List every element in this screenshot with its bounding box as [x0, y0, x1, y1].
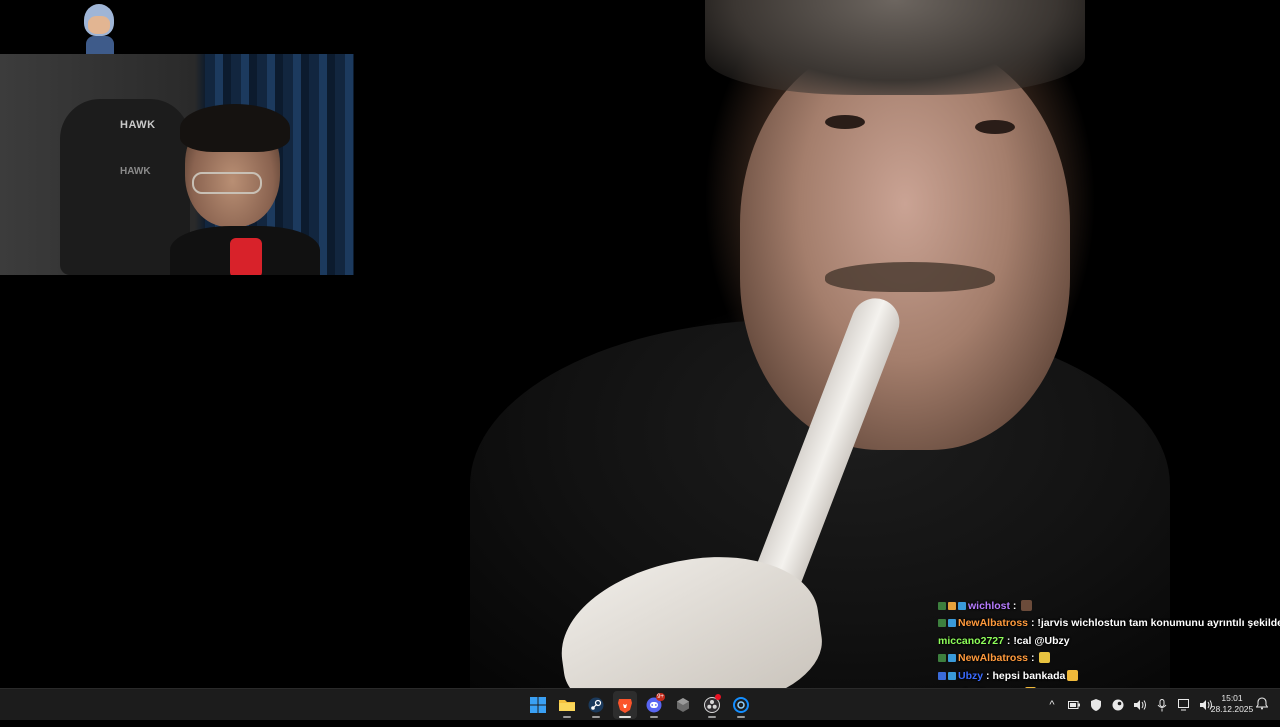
notification-bell-icon[interactable] — [1255, 697, 1270, 713]
chat-emote-icon — [1039, 652, 1051, 664]
show-hidden-icons-chevron-icon[interactable]: ^ — [1044, 697, 1060, 713]
chat-username: miccano2727 — [938, 634, 1004, 647]
wallpaper-eye-right — [975, 120, 1015, 134]
streamer-hair — [180, 104, 290, 152]
volume-icon[interactable] — [1132, 697, 1148, 713]
chat-emote-icon — [1021, 600, 1033, 611]
wallpaper-moustache — [825, 262, 995, 292]
streamer-glasses — [192, 172, 262, 194]
chair-brand-logo-lower: HAWK — [120, 166, 151, 177]
wallpaper-eye-left — [825, 115, 865, 129]
chat-emote-icon — [1067, 669, 1079, 681]
chat-separator: : — [1003, 634, 1014, 647]
chat-username: NewAlbatross — [958, 617, 1029, 630]
running-indicator — [737, 716, 745, 718]
folder-icon — [559, 700, 575, 711]
cube-app-button[interactable] — [671, 691, 695, 719]
chat-badge-icon — [948, 619, 956, 628]
chat-username: NewAlbatross — [958, 652, 1029, 665]
avatar-face — [88, 16, 110, 34]
chat-badge-icon — [938, 654, 946, 663]
chat-separator: : — [1028, 652, 1038, 665]
chat-message: NewAlbatross : !jarvis wichlostun tam ko… — [938, 615, 1280, 632]
obs-studio-button[interactable] — [700, 691, 724, 719]
chat-badge-icon — [948, 671, 956, 680]
steam-tray-icon[interactable] — [1110, 697, 1126, 713]
taskbar-apps: 9+ — [526, 689, 753, 721]
chat-message: miccano2727 : !cal @Ubzy — [938, 633, 1280, 650]
wallpaper-hair — [705, 0, 1085, 95]
chat-badge-icon — [958, 602, 966, 610]
running-indicator — [592, 716, 600, 718]
brave-browser-button[interactable] — [613, 691, 637, 719]
microphone-icon[interactable] — [1154, 697, 1170, 713]
brave-lion-icon — [618, 698, 632, 713]
battle-net-button[interactable] — [729, 691, 753, 719]
chat-text: !cal @Ubzy — [1013, 634, 1070, 647]
discord-notification-badge: 9+ — [656, 693, 665, 701]
running-indicator — [563, 716, 571, 718]
chat-text: !jarvis wichlostun tam konumunu ayrıntıl… — [1037, 617, 1280, 630]
taskbar: 9+ ^ 15:01 28.12.2025 — [0, 688, 1280, 720]
shield-icon[interactable] — [1088, 697, 1104, 713]
battlenet-icon — [733, 697, 749, 713]
taskbar-clock[interactable]: 15:01 28.12.2025 — [1206, 693, 1258, 715]
system-tray: ^ — [1044, 689, 1214, 721]
chat-badge-icon — [938, 602, 946, 610]
chat-separator: : — [1010, 600, 1020, 612]
recording-badge — [715, 694, 721, 700]
cube-icon — [677, 698, 689, 712]
chat-badge-icon — [948, 654, 956, 663]
steam-button[interactable] — [584, 691, 608, 719]
microphone — [230, 238, 262, 275]
chat-username: wichlost — [968, 600, 1011, 612]
clock-time: 15:01 — [1221, 693, 1243, 703]
webcam-overlay: HAWK HAWK — [0, 54, 354, 275]
chat-message: NewAlbatross : — [938, 650, 1280, 667]
chat-badge-icon — [938, 671, 946, 680]
file-explorer-button[interactable] — [555, 691, 579, 719]
chat-message: wichlost : — [938, 598, 1280, 615]
battery-icon[interactable] — [1066, 697, 1082, 713]
start-button[interactable] — [526, 691, 550, 719]
chat-message: Ubzy : hepsi bankada — [938, 668, 1280, 685]
network-icon[interactable] — [1176, 697, 1192, 713]
running-indicator — [708, 716, 716, 718]
windows-logo-icon — [530, 697, 546, 713]
clock-date: 28.12.2025 — [1210, 704, 1254, 714]
chat-overlay: wichlost : NewAlbatross : !jarvis wichlo… — [938, 598, 1280, 702]
chair-brand-logo: HAWK — [120, 119, 156, 131]
chat-username: Ubzy — [958, 669, 984, 682]
chat-badge-icon — [948, 602, 956, 610]
steam-icon — [588, 697, 604, 713]
chat-separator: : — [1028, 617, 1038, 630]
chat-badge-icon — [938, 619, 946, 628]
wallpaper-face — [740, 40, 1070, 450]
chat-text: hepsi bankada — [992, 669, 1066, 682]
discord-button[interactable]: 9+ — [642, 691, 666, 719]
running-indicator — [650, 716, 658, 718]
active-indicator — [619, 716, 631, 718]
